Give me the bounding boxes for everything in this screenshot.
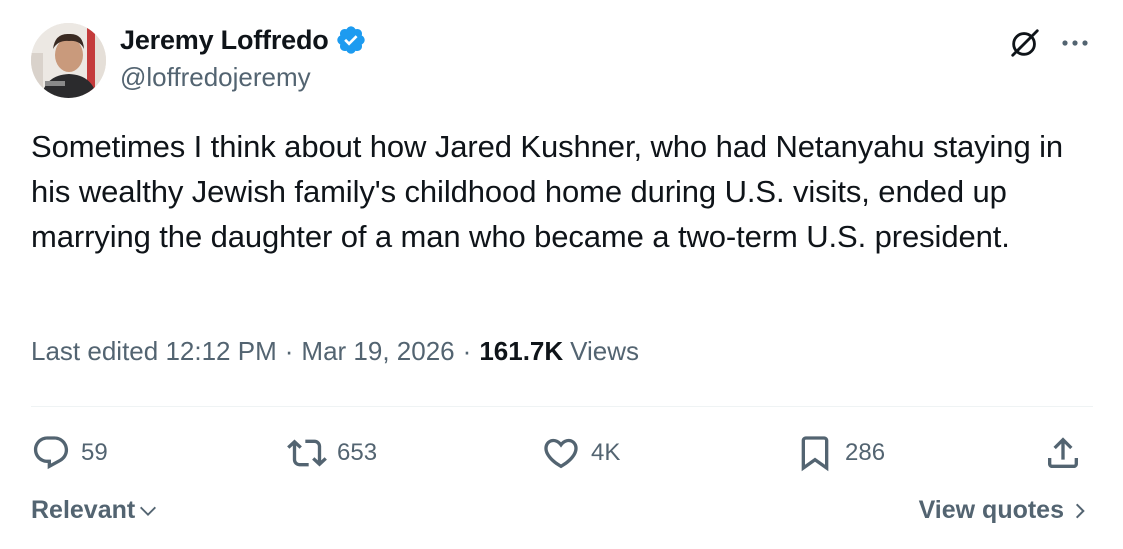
like-button[interactable]: 4K	[541, 430, 620, 476]
reply-icon	[33, 436, 69, 470]
sort-label: Relevant	[31, 496, 136, 524]
share-button[interactable]	[1043, 430, 1083, 476]
bookmark-icon	[801, 436, 829, 472]
author-handle[interactable]: @loffredojeremy	[120, 62, 311, 93]
sort-replies-dropdown[interactable]: Relevant	[31, 496, 159, 525]
heart-icon	[544, 438, 578, 469]
repost-icon	[287, 439, 327, 467]
chevron-down-icon	[140, 506, 157, 516]
views-label: Views	[570, 336, 640, 366]
edited-label[interactable]: Last edited	[31, 336, 158, 367]
reply-button[interactable]: 59	[31, 430, 108, 476]
views-count: 161.7K	[479, 336, 564, 366]
view-quotes-link[interactable]: View quotes	[919, 496, 1090, 525]
meta-separator: ·	[284, 336, 294, 366]
tweet-text: Sometimes I think about how Jared Kushne…	[31, 129, 1064, 254]
repost-count: 653	[337, 439, 378, 466]
like-count: 4K	[591, 439, 621, 466]
action-bar: 59 653 4K 286	[31, 430, 1093, 476]
bookmark-button[interactable]: 286	[795, 430, 885, 476]
repost-button[interactable]: 653	[287, 430, 377, 476]
meta-separator: ·	[462, 336, 472, 366]
verified-badge-icon[interactable]	[335, 24, 367, 56]
avatar-photo	[31, 23, 106, 98]
bookmark-count: 286	[845, 439, 886, 466]
avatar[interactable]	[31, 23, 106, 98]
divider	[31, 406, 1093, 407]
share-icon	[1048, 437, 1078, 468]
tweet-time[interactable]: 12:12 PM	[165, 336, 276, 367]
tweet-date[interactable]: Mar 19, 2026	[301, 336, 454, 367]
reply-count: 59	[81, 439, 108, 466]
chevron-right-icon	[1075, 503, 1085, 518]
grok-icon[interactable]	[1006, 24, 1044, 62]
author-name-row[interactable]: Jeremy Loffredo	[120, 24, 367, 56]
more-options-icon[interactable]	[1058, 26, 1092, 60]
view-quotes-label: View quotes	[918, 496, 1064, 524]
tweet-meta: Last edited 12:12 PM · Mar 19, 2026 · 16…	[31, 336, 639, 367]
author-display-name[interactable]: Jeremy Loffredo	[120, 25, 329, 56]
